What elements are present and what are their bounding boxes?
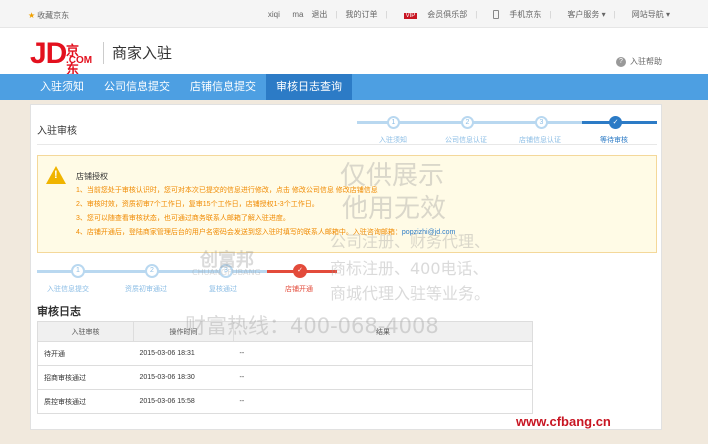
step-circle: ✓: [609, 116, 622, 129]
watermark-hotline: 财富热线：400-068-4008: [185, 314, 439, 338]
watermark-text: 商城代理入驻等业务。: [330, 284, 491, 303]
progress-circle: 1: [71, 264, 85, 278]
watermark-text: 公司注册、财务代理、: [330, 232, 491, 251]
log-title: 审核日志: [37, 306, 81, 318]
main-nav: 入驻须知 公司信息提交 店铺信息提交 审核日志查询: [0, 74, 708, 100]
watermark-text: 他用无效: [342, 194, 447, 224]
jd-logo[interactable]: JD 京东 .COM: [30, 37, 92, 77]
divider: |: [475, 10, 478, 19]
site-nav-link[interactable]: 网站导航 ▾: [624, 9, 670, 20]
step-circle: 1: [387, 116, 400, 129]
progress-label: 复核通过: [209, 286, 237, 293]
status-cell: 招商审核通过: [37, 365, 134, 390]
notice-title: 店铺授权: [76, 172, 108, 181]
progress-steps: 1 2 3 ✓ 入驻信息提交 资质初审通过 复核通过 店铺开通: [37, 257, 347, 297]
divider: |: [335, 10, 338, 19]
help-icon: ?: [616, 56, 626, 67]
top-links: xiqi ma 退出 | 我的订单 | VIP 会员俱乐部 | 手机京东 | 客户…: [252, 9, 670, 20]
watermark-url: www.cfbang.cn: [516, 414, 611, 429]
divider: |: [385, 10, 388, 19]
my-orders-link[interactable]: 我的订单: [346, 9, 378, 20]
nav-item-audit-log[interactable]: 审核日志查询: [266, 74, 352, 100]
time-cell: 2015-03-06 18:31: [133, 341, 234, 366]
table-row: 质控审核通过 2015-03-06 15:58 --: [37, 389, 533, 414]
vip-club-link[interactable]: VIP 会员俱乐部: [396, 9, 467, 20]
customer-service-link[interactable]: 客户服务 ▾: [559, 9, 605, 20]
step-circle: 3: [535, 116, 548, 129]
favorite-link[interactable]: ★ 收藏京东: [28, 10, 69, 21]
table-header: 入驻审核: [37, 321, 134, 342]
progress-circle: 2: [145, 264, 159, 278]
nav-item-shop-info[interactable]: 店铺信息提交: [180, 74, 266, 100]
table-row: 待开通 2015-03-06 18:31 --: [37, 341, 533, 366]
nav-item-notice[interactable]: 入驻须知: [30, 74, 94, 100]
time-cell: 2015-03-06 18:30: [133, 365, 234, 390]
header: JD 京东 .COM 商家入驻 ? 入驻帮助: [0, 28, 708, 77]
watermark-brand-en: CHUANGFUBANG: [192, 268, 261, 277]
mobile-jd-link[interactable]: 手机京东: [485, 9, 541, 20]
logo-divider: [103, 42, 104, 64]
divider: |: [549, 10, 552, 19]
status-cell: 待开通: [37, 341, 134, 366]
top-bar: ★ 收藏京东 xiqi ma 退出 | 我的订单 | VIP 会员俱乐部 | 手机京…: [0, 0, 708, 28]
step-circle: 2: [461, 116, 474, 129]
watermark-text: 仅供展示: [340, 161, 445, 191]
warning-icon: !: [46, 166, 66, 184]
time-cell: 2015-03-06 15:58: [133, 389, 234, 414]
watermark-text: 商标注册、400电话、: [330, 259, 489, 278]
page-title: 商家入驻: [112, 45, 173, 62]
vip-badge: VIP: [403, 13, 418, 19]
status-cell: 质控审核通过: [37, 389, 134, 414]
logout-link[interactable]: 退出: [311, 9, 327, 20]
star-icon: ★: [28, 11, 36, 20]
progress-label: 入驻信息提交: [47, 286, 89, 293]
divider: [37, 144, 657, 145]
result-cell: --: [233, 389, 533, 414]
panel-title: 入驻审核: [37, 126, 77, 137]
progress-circle: ✓: [293, 264, 307, 278]
result-cell: --: [233, 341, 533, 366]
nav-item-company-info[interactable]: 公司信息提交: [94, 74, 180, 100]
divider: |: [613, 10, 616, 19]
result-cell: --: [233, 365, 533, 390]
help-link[interactable]: ? 入驻帮助: [616, 56, 662, 67]
username-link[interactable]: xiqi ma: [260, 10, 304, 19]
progress-label: 资质初审通过: [125, 286, 167, 293]
progress-label: 店铺开通: [285, 286, 313, 293]
phone-icon: [493, 10, 500, 20]
table-row: 招商审核通过 2015-03-06 18:30 --: [37, 365, 533, 390]
